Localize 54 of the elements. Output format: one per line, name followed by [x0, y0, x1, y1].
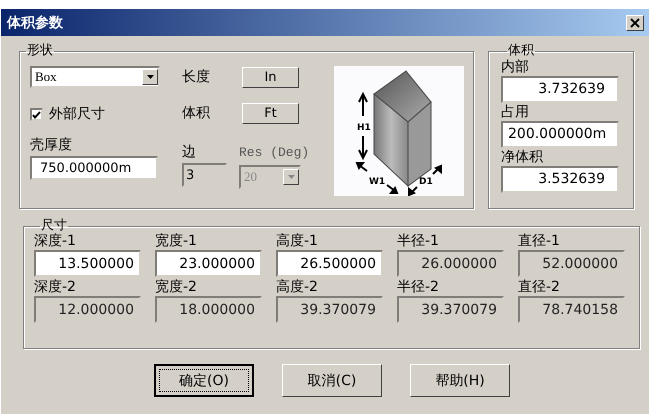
field-label: 边 — [182, 144, 197, 161]
arrow-icon — [432, 165, 442, 175]
dimension-label: H1 — [357, 123, 371, 133]
unit-button[interactable]: Ft — [242, 102, 299, 124]
dialog-button[interactable]: 确定(O) — [154, 364, 254, 397]
caret-icon — [146, 75, 154, 79]
caret-icon — [288, 175, 294, 179]
dialog-button[interactable]: 帮助(H) — [410, 364, 510, 397]
group-title: 体积 — [507, 44, 535, 58]
dialog-button[interactable]: 取消(C) — [282, 364, 382, 397]
text-field[interactable]: 26.500000 — [276, 250, 383, 277]
dropdown-value: 20 — [243, 169, 257, 185]
field-label: 净体积 — [501, 149, 544, 166]
arrow-icon — [356, 162, 368, 172]
unit-label: 长度 — [182, 68, 211, 86]
field-label: 直径-2 — [518, 279, 561, 296]
check-icon — [32, 110, 41, 118]
field-label: 深度-2 — [34, 279, 77, 296]
arrow-icon — [358, 135, 368, 160]
field-label: 壳厚度 — [30, 137, 73, 154]
text-field[interactable]: 13.500000 — [34, 250, 141, 277]
arrow-icon — [408, 186, 418, 196]
dropdown-arrow-button[interactable] — [142, 69, 158, 85]
checkbox-label: 外部尺寸 — [49, 106, 105, 123]
field-label: 宽度-2 — [155, 279, 198, 296]
close-icon — [630, 18, 640, 28]
text-field[interactable]: 200.000000m — [501, 121, 619, 148]
window-title: 体积参数 — [7, 14, 63, 32]
arrow-icon — [386, 184, 398, 194]
field-label: 半径-2 — [397, 279, 440, 296]
dropdown-value: Box — [34, 69, 57, 85]
unit-button[interactable]: In — [242, 66, 299, 88]
field-label: Res (Deg) — [239, 144, 310, 161]
field-label: 内部 — [501, 59, 530, 76]
field-label: 宽度-1 — [155, 233, 198, 250]
group-title: 尺寸 — [40, 219, 68, 233]
field-label: 高度-1 — [276, 233, 319, 250]
field-label: 高度-2 — [276, 279, 319, 296]
text-field[interactable]: 3.532639 — [501, 166, 619, 193]
text-field[interactable]: 3.732639 — [501, 76, 619, 103]
checkbox[interactable] — [30, 108, 43, 121]
dimension-label: W1 — [369, 177, 386, 187]
arrow-icon — [358, 92, 368, 117]
shape-dropdown[interactable]: Box — [30, 66, 160, 88]
unit-label: 体积 — [182, 104, 211, 122]
field-label: 半径-1 — [397, 233, 440, 250]
text-field[interactable]: 750.000000m — [30, 156, 158, 180]
field-label: 占用 — [501, 104, 530, 121]
close-button[interactable] — [626, 14, 644, 30]
text-field[interactable]: 23.000000 — [155, 250, 262, 277]
group-title: 形状 — [26, 44, 54, 58]
dimension-label: D1 — [419, 177, 433, 187]
field-label: 深度-1 — [34, 233, 77, 250]
field-label: 直径-1 — [518, 233, 561, 250]
